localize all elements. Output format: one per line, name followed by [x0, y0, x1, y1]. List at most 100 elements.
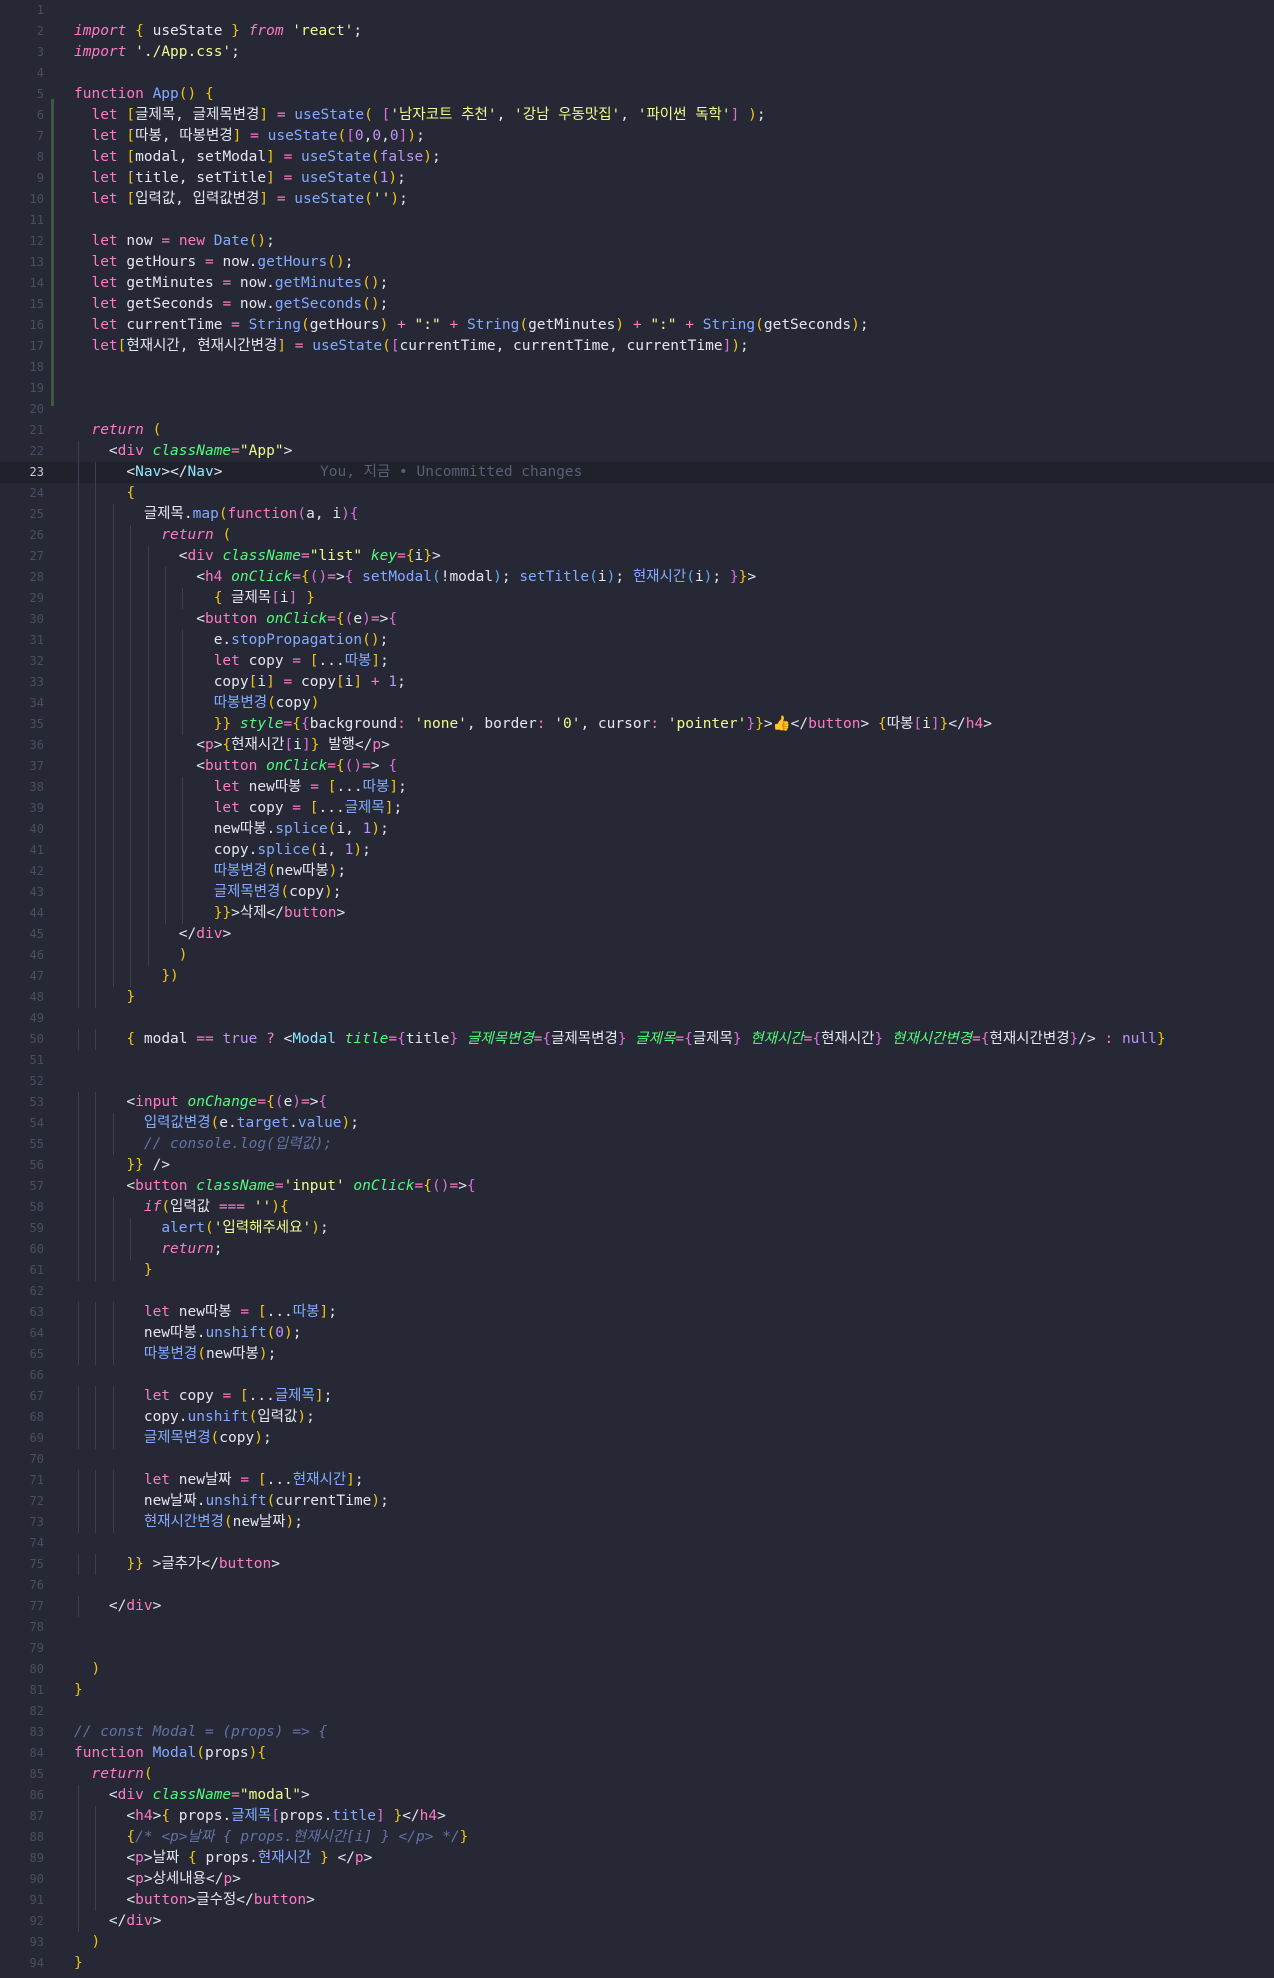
line-code[interactable]: { — [74, 483, 135, 504]
line-code[interactable]: <Nav></Nav> — [74, 462, 222, 483]
line-code[interactable]: let copy = [...글제목]; — [74, 798, 403, 819]
line-code[interactable]: let new날짜 = [...현재시간]; — [74, 1470, 364, 1491]
code-line[interactable]: 49 — [0, 1008, 1274, 1029]
line-code[interactable]: new날짜.unshift(currentTime); — [74, 1491, 389, 1512]
code-line[interactable]: 54 입력값변경(e.target.value); — [0, 1113, 1274, 1134]
line-code[interactable]: <div className="App"> — [74, 441, 292, 462]
code-line[interactable]: 47 }) — [0, 966, 1274, 987]
code-line[interactable]: 63 let new따봉 = [...따봉]; — [0, 1302, 1274, 1323]
code-line[interactable]: 81} — [0, 1680, 1274, 1701]
line-code[interactable]: let [따봉, 따봉변경] = useState([0,0,0]); — [74, 126, 424, 147]
line-code[interactable]: let new따봉 = [...따봉]; — [74, 1302, 337, 1323]
code-line[interactable]: 80 ) — [0, 1659, 1274, 1680]
line-code[interactable]: function App() { — [74, 84, 214, 105]
code-line[interactable]: 71 let new날짜 = [...현재시간]; — [0, 1470, 1274, 1491]
line-code[interactable]: 글제목변경(copy); — [74, 882, 342, 903]
code-editor[interactable]: 1 2 import { useState } from 'react'; 3 impo… — [0, 0, 1274, 1978]
code-line[interactable]: 34 따봉변경(copy) — [0, 693, 1274, 714]
code-line[interactable]: 28 <h4 onClick={()=>{ setModal(!modal); … — [0, 567, 1274, 588]
code-line[interactable]: 30 <button onClick={(e)=>{ — [0, 609, 1274, 630]
line-code[interactable]: ) — [74, 1659, 100, 1680]
code-line[interactable]: 9 let [title, setTitle] = useState(1); — [0, 168, 1274, 189]
code-line[interactable]: 12 let now = new Date(); — [0, 231, 1274, 252]
line-code[interactable]: } — [74, 1680, 83, 1701]
code-line[interactable]: 89 <p>날짜 { props.현재시간 } </p> — [0, 1848, 1274, 1869]
code-line[interactable]: 78 — [0, 1617, 1274, 1638]
line-code[interactable]: let copy = [...글제목]; — [74, 1386, 333, 1407]
code-line[interactable]: 52 — [0, 1071, 1274, 1092]
line-code[interactable]: <p>상세내용</p> — [74, 1869, 241, 1890]
code-line[interactable]: 29 { 글제목[i] } — [0, 588, 1274, 609]
line-code[interactable]: e.stopPropagation(); — [74, 630, 389, 651]
code-line[interactable]: 61 } — [0, 1260, 1274, 1281]
code-line[interactable]: 2 import { useState } from 'react'; — [0, 21, 1274, 42]
code-line[interactable]: 31 e.stopPropagation(); — [0, 630, 1274, 651]
line-code[interactable]: 입력값변경(e.target.value); — [74, 1113, 359, 1134]
code-line[interactable]: 77 </div> — [0, 1596, 1274, 1617]
code-line[interactable]: 7 let [따봉, 따봉변경] = useState([0,0,0]); — [0, 126, 1274, 147]
line-code[interactable]: alert('입력해주세요'); — [74, 1218, 328, 1239]
code-line[interactable]: 24 { — [0, 483, 1274, 504]
code-line[interactable]: 35 }} style={{background: 'none', border… — [0, 714, 1274, 735]
line-code[interactable]: }} /> — [74, 1155, 170, 1176]
code-line[interactable]: 11 — [0, 210, 1274, 231]
line-code[interactable]: let getMinutes = now.getMinutes(); — [74, 273, 388, 294]
line-code[interactable]: let [title, setTitle] = useState(1); — [74, 168, 405, 189]
line-code[interactable]: <button onClick={()=> { — [74, 756, 397, 777]
line-code[interactable]: <input onChange={(e)=>{ — [74, 1092, 327, 1113]
line-code[interactable]: <p>{현재시간[i]} 발행</p> — [74, 735, 390, 756]
line-code[interactable]: let getSeconds = now.getSeconds(); — [74, 294, 388, 315]
line-code[interactable]: }) — [74, 966, 178, 987]
code-line[interactable]: 69 글제목변경(copy); — [0, 1428, 1274, 1449]
line-code[interactable]: 글제목.map(function(a, i){ — [74, 504, 359, 525]
line-code[interactable]: <h4 onClick={()=>{ setModal(!modal); set… — [74, 567, 756, 588]
code-line[interactable]: 90 <p>상세내용</p> — [0, 1869, 1274, 1890]
code-line[interactable]: 65 따봉변경(new따봉); — [0, 1344, 1274, 1365]
code-line[interactable]: 44 }}>삭제</button> — [0, 903, 1274, 924]
line-code[interactable]: 따봉변경(new따봉); — [74, 861, 346, 882]
line-code[interactable]: // console.log(입력값); — [74, 1134, 332, 1155]
line-code[interactable]: <button>글수정</button> — [74, 1890, 314, 1911]
code-line[interactable]: 21 return ( — [0, 420, 1274, 441]
line-code[interactable]: { 글제목[i] } — [74, 588, 315, 609]
code-line[interactable]: 92 </div> — [0, 1911, 1274, 1932]
line-code[interactable]: let copy = [...따봉]; — [74, 651, 389, 672]
code-line[interactable]: 93 ) — [0, 1932, 1274, 1953]
code-line[interactable]: 19 — [0, 378, 1274, 399]
code-line[interactable]: 55 // console.log(입력값); — [0, 1134, 1274, 1155]
code-line[interactable]: 62 — [0, 1281, 1274, 1302]
code-line[interactable]: 39 let copy = [...글제목]; — [0, 798, 1274, 819]
line-code[interactable]: <h4>{ props.글제목[props.title] }</h4> — [74, 1806, 445, 1827]
code-line[interactable]: 50 { modal == true ? <Modal title={title… — [0, 1029, 1274, 1050]
code-line[interactable]: 70 — [0, 1449, 1274, 1470]
code-line[interactable]: 10 let [입력값, 입력값변경] = useState(''); — [0, 189, 1274, 210]
code-line[interactable]: 22 <div className="App"> — [0, 441, 1274, 462]
code-line[interactable]: 8 let [modal, setModal] = useState(false… — [0, 147, 1274, 168]
code-line[interactable]: 60 return; — [0, 1239, 1274, 1260]
line-code[interactable]: { modal == true ? <Modal title={title} 글… — [74, 1029, 1165, 1050]
line-code[interactable]: let now = new Date(); — [74, 231, 274, 252]
line-code[interactable]: <p>날짜 { props.현재시간 } </p> — [74, 1848, 372, 1869]
code-line[interactable]: 82 — [0, 1701, 1274, 1722]
line-code[interactable]: }} style={{background: 'none', border: '… — [74, 714, 992, 735]
line-code[interactable]: function Modal(props){ — [74, 1743, 266, 1764]
code-line[interactable]: 56 }} /> — [0, 1155, 1274, 1176]
code-line[interactable]: 75 }} >글추가</button> — [0, 1554, 1274, 1575]
code-line[interactable]: 37 <button onClick={()=> { — [0, 756, 1274, 777]
code-line[interactable]: 46 ) — [0, 945, 1274, 966]
code-line[interactable]: 73 현재시간변경(new날짜); — [0, 1512, 1274, 1533]
code-line[interactable]: 43 글제목변경(copy); — [0, 882, 1274, 903]
code-line[interactable]: 53 <input onChange={(e)=>{ — [0, 1092, 1274, 1113]
code-line[interactable]: 3 import './App.css'; — [0, 42, 1274, 63]
code-line[interactable]: 26 return ( — [0, 525, 1274, 546]
code-line[interactable]: 25 글제목.map(function(a, i){ — [0, 504, 1274, 525]
line-code[interactable]: <div className="list" key={i}> — [74, 546, 441, 567]
line-code[interactable]: new따봉.unshift(0); — [74, 1323, 302, 1344]
code-line[interactable]: 23 <Nav></Nav> You, 지금 • Uncommitted chan… — [0, 462, 1274, 483]
code-line[interactable]: 48 } — [0, 987, 1274, 1008]
code-line[interactable]: 18 — [0, 357, 1274, 378]
line-code[interactable]: <button onClick={(e)=>{ — [74, 609, 397, 630]
code-line[interactable]: 84 function Modal(props){ — [0, 1743, 1274, 1764]
code-line[interactable]: 67 let copy = [...글제목]; — [0, 1386, 1274, 1407]
line-code[interactable]: if(입력값 === ''){ — [74, 1197, 289, 1218]
